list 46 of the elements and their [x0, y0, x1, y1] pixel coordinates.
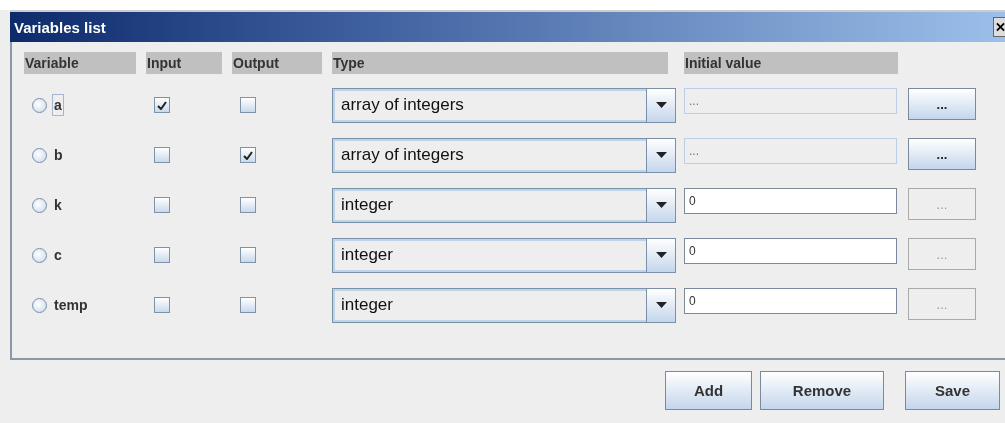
radio-button[interactable]: [32, 247, 47, 263]
dropdown-arrow-icon: [655, 202, 667, 208]
edit-value-button[interactable]: ...: [908, 138, 976, 170]
action-button[interactable]: Add: [665, 371, 752, 410]
column-header: Type: [332, 52, 668, 74]
type-dropdown[interactable]: array of integers: [332, 87, 676, 123]
dropdown-arrow-icon: [655, 152, 667, 158]
dropdown-arrow-icon: [655, 252, 667, 258]
initial-value-field[interactable]: 0: [684, 288, 897, 314]
type-dropdown[interactable]: array of integers: [332, 137, 676, 173]
radio-button[interactable]: [32, 297, 47, 313]
variable-name: c: [53, 246, 63, 265]
dropdown-arrow-icon: [655, 302, 667, 308]
close-icon: [996, 22, 1005, 32]
action-button[interactable]: Remove: [760, 371, 884, 410]
output-checkbox[interactable]: [240, 97, 256, 113]
input-checkbox[interactable]: [154, 97, 170, 113]
radio-button[interactable]: [32, 97, 47, 113]
input-checkbox[interactable]: [154, 247, 170, 263]
column-header: Output: [232, 52, 322, 74]
type-dropdown[interactable]: integer: [332, 287, 676, 323]
close-button[interactable]: [993, 17, 1005, 37]
column-header: Initial value: [684, 52, 898, 74]
output-checkbox[interactable]: [240, 297, 256, 313]
action-button[interactable]: Save: [905, 371, 1000, 410]
output-checkbox[interactable]: [240, 197, 256, 213]
radio-button[interactable]: [32, 197, 47, 213]
type-dropdown[interactable]: integer: [332, 187, 676, 223]
column-header: Input: [146, 52, 222, 74]
variable-name: a: [52, 94, 64, 116]
edit-value-button[interactable]: ...: [908, 88, 976, 120]
window-title: Variables list: [13, 18, 106, 36]
initial-value-field[interactable]: 0: [684, 188, 897, 214]
variable-name: temp: [53, 296, 89, 315]
input-checkbox[interactable]: [154, 297, 170, 313]
output-checkbox[interactable]: [240, 147, 256, 163]
variable-name: k: [53, 196, 63, 215]
dropdown-arrow-icon: [655, 102, 667, 108]
input-checkbox[interactable]: [154, 147, 170, 163]
initial-value-field[interactable]: 0: [684, 238, 897, 264]
variable-name: b: [53, 146, 64, 165]
output-checkbox[interactable]: [240, 247, 256, 263]
input-checkbox[interactable]: [154, 197, 170, 213]
column-header: Variable: [24, 52, 136, 74]
type-dropdown[interactable]: integer: [332, 237, 676, 273]
radio-button[interactable]: [32, 147, 47, 163]
